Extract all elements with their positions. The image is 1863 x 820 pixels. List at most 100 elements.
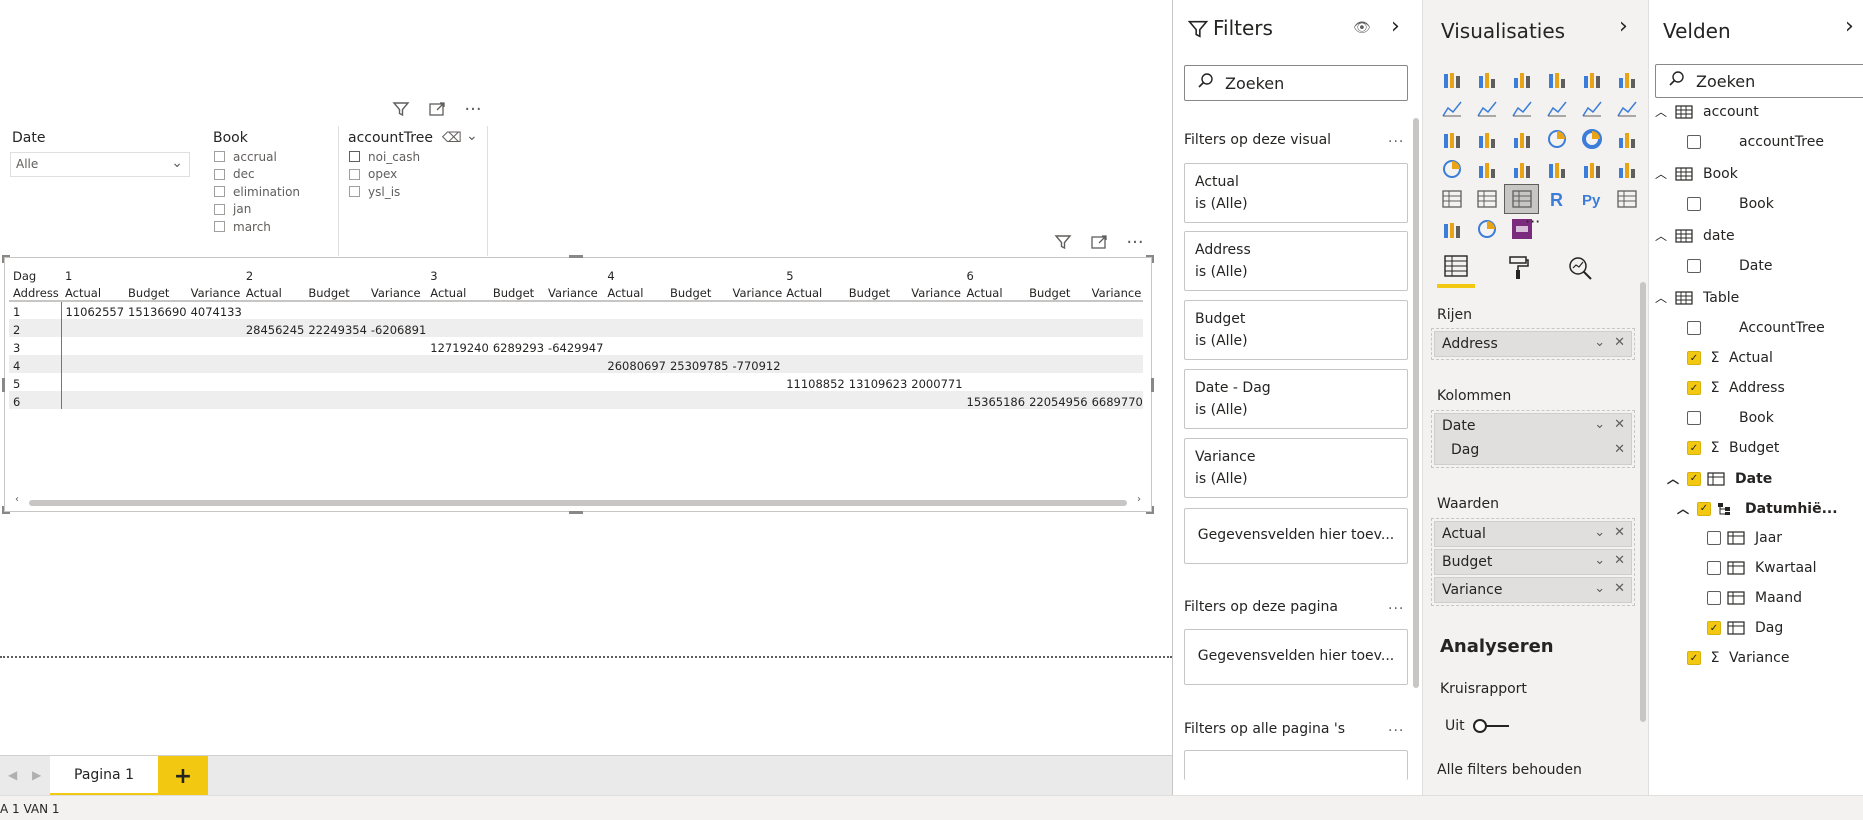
account-slicer-item[interactable]: ysl_is <box>349 183 420 201</box>
chevron-up-icon[interactable]: ︿ <box>1667 470 1687 487</box>
field-item-date[interactable]: ︿ ✓ Date <box>1667 470 1772 487</box>
collapse-pane-icon[interactable]: › <box>1845 14 1854 39</box>
filter-card-variance[interactable]: Variance is (Alle) <box>1184 438 1408 498</box>
pie-chart-icon[interactable] <box>1539 124 1574 154</box>
multi-row-card-icon[interactable] <box>1574 154 1609 184</box>
map-icon[interactable] <box>1434 154 1469 184</box>
chevron-up-icon[interactable]: ︿ <box>1655 227 1675 244</box>
area-chart-icon[interactable] <box>1469 94 1504 124</box>
checkbox[interactable] <box>214 221 225 233</box>
chevron-up-icon[interactable]: ︿ <box>1677 500 1697 517</box>
checkbox[interactable] <box>1687 259 1701 273</box>
next-page-icon[interactable]: ▶ <box>32 768 41 782</box>
field-item[interactable]: ✓ Dag <box>1707 620 1783 636</box>
field-item[interactable]: AccountTree <box>1687 320 1825 336</box>
field-item[interactable]: Book <box>1687 196 1774 212</box>
checkbox[interactable] <box>214 151 225 163</box>
fields-tab-icon[interactable] <box>1437 248 1475 288</box>
field-table-table[interactable]: ︿ Table <box>1655 289 1739 306</box>
field-table-date[interactable]: ︿ date <box>1655 227 1735 244</box>
table-row[interactable]: 6 15365186 22054956 6689770 <box>9 391 1143 409</box>
close-icon[interactable]: ✕ <box>1614 581 1625 596</box>
stacked-bar-icon[interactable] <box>1434 64 1469 94</box>
filter-icon[interactable] <box>1052 231 1074 253</box>
checkbox[interactable] <box>214 186 225 198</box>
field-item[interactable]: Book <box>1687 410 1774 426</box>
field-item[interactable]: Jaar <box>1707 530 1782 546</box>
resize-handle[interactable] <box>1152 506 1154 514</box>
fields-search-input[interactable]: Zoeken <box>1655 64 1863 98</box>
more-options-icon[interactable]: ... <box>1388 130 1404 146</box>
close-icon[interactable]: ✕ <box>1614 417 1625 432</box>
checkbox[interactable] <box>349 186 360 198</box>
checkbox[interactable] <box>1707 561 1721 575</box>
field-item[interactable]: ✓ Σ Address <box>1687 380 1785 396</box>
checkbox[interactable] <box>1687 197 1701 211</box>
table-row[interactable]: 1 11062557 15136690 4074133 <box>9 301 1143 319</box>
checkbox[interactable]: ✓ <box>1687 471 1701 486</box>
field-table-account[interactable]: ︿ account <box>1655 103 1759 120</box>
100-bar-icon[interactable] <box>1574 64 1609 94</box>
well-pill-date[interactable]: Date ⌄ ✕ Dag ✕ <box>1434 413 1632 465</box>
report-canvas[interactable]: ··· Date Alle ⌄ Book accrual dec elimina… <box>0 0 1172 755</box>
waterfall-icon[interactable] <box>1434 124 1469 154</box>
treemap-icon[interactable] <box>1609 124 1644 154</box>
checkbox[interactable]: ✓ <box>1687 351 1701 365</box>
prev-page-icon[interactable]: ◀ <box>8 768 17 782</box>
close-icon[interactable]: ✕ <box>1614 553 1625 568</box>
filters-search-input[interactable]: Zoeken <box>1184 65 1408 101</box>
checkbox[interactable] <box>349 151 360 163</box>
eraser-icon[interactable]: ⌫ <box>442 130 462 146</box>
format-paint-roller-icon[interactable] <box>1499 248 1537 288</box>
chevron-up-icon[interactable]: ︿ <box>1655 165 1675 182</box>
checkbox[interactable] <box>1687 135 1701 149</box>
date-slicer-dropdown[interactable]: Alle ⌄ <box>10 152 190 177</box>
account-slicer-item[interactable]: noi_cash <box>349 148 420 166</box>
line-chart-icon[interactable] <box>1434 94 1469 124</box>
checkbox[interactable] <box>349 168 360 180</box>
checkbox[interactable]: ✓ <box>1687 651 1701 665</box>
table-row[interactable]: 5 11108852 13109623 2000771 <box>9 373 1143 391</box>
kpi-icon[interactable] <box>1609 154 1644 184</box>
filters-scrollbar[interactable] <box>1413 118 1419 688</box>
filter-icon[interactable] <box>390 98 412 120</box>
more-options-icon[interactable]: ... <box>1388 597 1404 613</box>
field-item[interactable]: ✓ Σ Variance <box>1687 650 1789 666</box>
donut-chart-icon[interactable] <box>1574 124 1609 154</box>
book-slicer-item[interactable]: elimination <box>214 183 300 201</box>
more-options-icon[interactable]: ··· <box>462 98 484 120</box>
table-row[interactable]: 3 12719240 6289293 -6429947 <box>9 337 1143 355</box>
close-icon[interactable]: ✕ <box>1614 525 1625 540</box>
checkbox[interactable] <box>1707 531 1721 545</box>
qa-icon[interactable] <box>1434 214 1469 244</box>
checkbox[interactable] <box>1687 321 1701 335</box>
table-icon[interactable] <box>1469 184 1504 214</box>
well-pill-address[interactable]: Address ⌄ ✕ <box>1434 331 1632 357</box>
filled-map-icon[interactable] <box>1469 154 1504 184</box>
toggle-switch[interactable] <box>1472 719 1513 733</box>
line-clustered-icon[interactable] <box>1574 94 1609 124</box>
stacked-column-icon[interactable] <box>1469 64 1504 94</box>
field-item[interactable]: accountTree <box>1687 134 1824 150</box>
checkbox[interactable]: ✓ <box>1697 501 1711 516</box>
scroll-left-icon[interactable]: ‹ <box>15 494 19 505</box>
checkbox[interactable] <box>1687 411 1701 425</box>
filter-card-budget[interactable]: Budget is (Alle) <box>1184 300 1408 360</box>
values-well[interactable]: Actual ⌄ ✕ Budget ⌄ ✕ Variance ⌄ ✕ <box>1431 518 1635 606</box>
book-slicer-item[interactable]: accrual <box>214 148 300 166</box>
field-item[interactable]: Kwartaal <box>1707 560 1817 576</box>
resize-handle[interactable] <box>2 378 5 392</box>
filter-card-actual[interactable]: Actual is (Alle) <box>1184 163 1408 223</box>
focus-mode-icon[interactable] <box>426 98 448 120</box>
columns-well[interactable]: Date ⌄ ✕ Dag ✕ <box>1431 410 1635 468</box>
funnel-icon[interactable] <box>1469 124 1504 154</box>
ribbon-chart-icon[interactable] <box>1609 94 1644 124</box>
key-influencers-icon[interactable] <box>1609 184 1644 214</box>
add-all-pages-filter-drop[interactable] <box>1184 750 1408 780</box>
checkbox[interactable]: ✓ <box>1687 381 1701 395</box>
horizontal-scrollbar[interactable]: ‹ › <box>13 494 1143 507</box>
add-page-filter-drop[interactable]: Gegevensvelden hier toev... <box>1184 629 1408 685</box>
resize-handle[interactable] <box>2 506 4 514</box>
resize-handle[interactable] <box>1151 378 1154 392</box>
chevron-down-icon[interactable]: ⌄ <box>466 128 478 144</box>
